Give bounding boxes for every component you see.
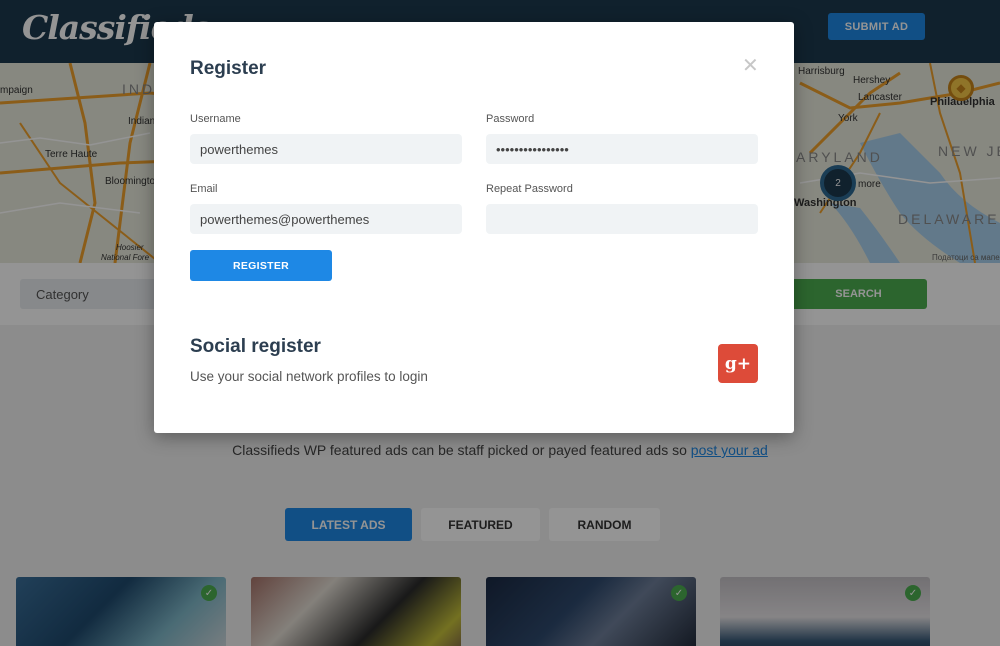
- google-plus-icon[interactable]: g+: [718, 344, 758, 383]
- email-label: Email: [190, 183, 218, 195]
- password-field[interactable]: [486, 134, 758, 164]
- username-field[interactable]: [190, 134, 462, 164]
- modal-title: Register: [190, 58, 267, 79]
- username-label: Username: [190, 113, 241, 125]
- email-field[interactable]: [190, 204, 462, 234]
- close-icon[interactable]: ✕: [742, 56, 759, 76]
- register-button[interactable]: REGISTER: [190, 250, 332, 281]
- repeat-password-field[interactable]: [486, 204, 758, 234]
- social-register-title: Social register: [190, 336, 321, 357]
- social-register-subtitle: Use your social network profiles to logi…: [190, 369, 428, 384]
- register-modal: Register ✕ Username Password Email Repea…: [154, 22, 794, 433]
- password-label: Password: [486, 113, 535, 125]
- repeat-password-label: Repeat Password: [486, 183, 573, 195]
